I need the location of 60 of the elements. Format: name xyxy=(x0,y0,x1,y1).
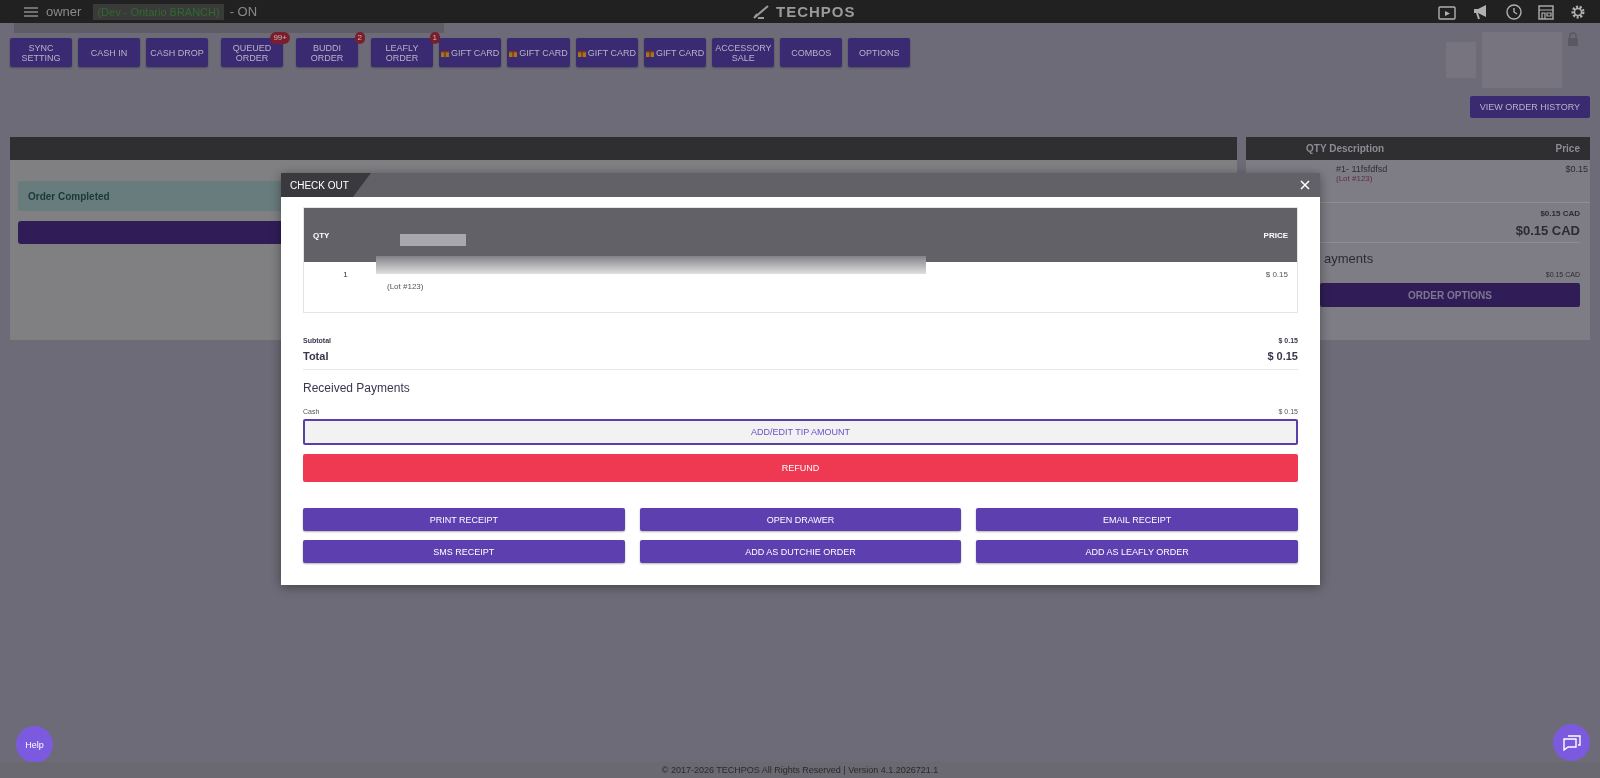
store-status: - ON xyxy=(229,4,258,19)
toolbar-button[interactable]: GIFT CARD xyxy=(507,38,570,67)
chat-icon xyxy=(1562,734,1581,751)
refund-button[interactable]: REFUND xyxy=(303,454,1298,482)
count-badge: 99+ xyxy=(270,32,290,44)
toolbar-button[interactable]: CASH IN xyxy=(78,38,140,67)
action-button[interactable]: OPEN DRAWER xyxy=(639,508,962,531)
settings-icon[interactable] xyxy=(1570,3,1586,20)
close-button[interactable] xyxy=(1300,180,1310,190)
quantity-cell-text: 1 xyxy=(342,270,349,281)
subtotal-value: $0.15 CAD xyxy=(1540,209,1580,218)
gift-icon xyxy=(441,48,449,57)
total-value: $0.15 CAD xyxy=(1515,223,1580,238)
column-header: QTY Description xyxy=(1306,143,1385,154)
action-button[interactable]: PRINT RECEIPT xyxy=(303,508,625,531)
user-name: owner xyxy=(46,4,82,19)
blurred-block xyxy=(400,234,466,246)
column-header: PRICE xyxy=(1263,230,1288,240)
action-button[interactable]: ADD AS DUTCHIE ORDER xyxy=(639,540,962,563)
action-button[interactable]: EMAIL RECEIPT xyxy=(976,508,1298,531)
toolbar-button[interactable]: GIFT CARD xyxy=(575,38,639,67)
close-icon xyxy=(1300,180,1310,190)
toolbar-button[interactable]: GIFT CARD xyxy=(644,38,707,67)
gift-icon xyxy=(577,48,586,57)
toolbar-button[interactable]: LEAFLY ORDER xyxy=(371,38,433,67)
payments-heading: ayments xyxy=(1324,251,1375,266)
store-icon[interactable] xyxy=(1538,3,1554,20)
item-name: #1- 11fsfdfsd xyxy=(1336,164,1388,174)
help-button[interactable]: Help xyxy=(16,726,53,763)
menu-icon[interactable] xyxy=(24,6,38,17)
count-badge: 1 xyxy=(429,32,440,44)
chat-button[interactable] xyxy=(1553,724,1590,761)
count-badge: 2 xyxy=(354,32,365,44)
logo-text: TECHPOS xyxy=(776,3,856,20)
column-header: Price xyxy=(1555,143,1580,154)
price-cell-text: $ 0.15 xyxy=(1265,270,1288,281)
clock-icon[interactable] xyxy=(1506,3,1522,20)
toolbar-button[interactable]: BUDDI ORDER xyxy=(296,38,358,67)
tip-amount-button[interactable]: ADD/EDIT TIP AMOUNT xyxy=(303,419,1298,445)
action-button[interactable]: SMS RECEIPT xyxy=(303,540,625,563)
gift-icon xyxy=(509,48,518,57)
toolbar-button[interactable]: OPTIONS xyxy=(848,38,911,67)
action-button[interactable]: ADD AS LEAFLY ORDER xyxy=(976,540,1298,563)
toolbar-button[interactable]: SYNC SETTING xyxy=(10,38,72,67)
video-icon[interactable] xyxy=(1438,3,1456,20)
view-order-history-button[interactable]: VIEW ORDER HISTORY xyxy=(1469,96,1590,118)
lot-number: (Lot #123) xyxy=(387,282,424,293)
column-header: QTY xyxy=(313,230,330,240)
dialog-title: CHECK OUT xyxy=(281,173,371,197)
toolbar-button[interactable]: CASH DROP xyxy=(146,38,208,67)
gift-icon xyxy=(646,48,655,57)
order-options-button[interactable]: ORDER OPTIONS xyxy=(1320,283,1580,307)
total-label: Total xyxy=(303,350,329,362)
toolbar-button[interactable]: ACCESSORY SALE xyxy=(712,38,775,67)
item-price: $0.15 xyxy=(1565,164,1589,176)
toolbar-button[interactable]: GIFT CARD xyxy=(439,38,502,67)
lot-number: (Lot #123) xyxy=(1336,174,1374,183)
total-value: $ 0.15 xyxy=(1267,350,1298,362)
toolbar-button[interactable]: COMBOS xyxy=(780,38,843,67)
payments-heading: Received Payments xyxy=(303,381,411,395)
